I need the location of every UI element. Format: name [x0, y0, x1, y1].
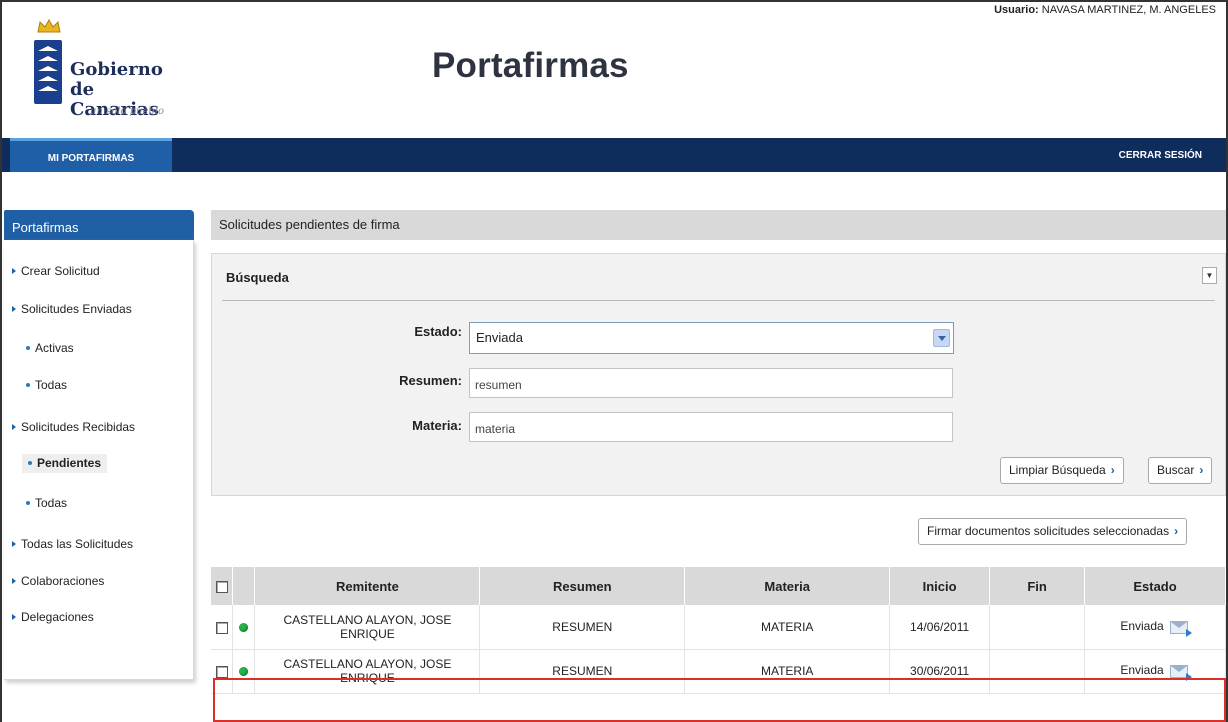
sidebar-title: Portafirmas — [4, 210, 194, 240]
resumen-label: Resumen: — [399, 373, 462, 388]
status-green-dot-icon — [239, 623, 249, 633]
cell-fin — [989, 605, 1086, 650]
search-button-label: Buscar — [1157, 463, 1195, 477]
cell-fin — [989, 649, 1086, 694]
cell-estado: Enviada — [1084, 649, 1226, 694]
sidebar-item-colaboraciones[interactable]: Colaboraciones — [12, 574, 104, 588]
tab-mi-portafirmas[interactable]: MI PORTAFIRMAS — [10, 138, 172, 172]
sidebar-item-label: Solicitudes Recibidas — [21, 420, 136, 434]
user-name: NAVASA MARTINEZ, M. ANGELES — [1041, 4, 1216, 16]
logo-text-line1: Gobierno — [70, 59, 163, 80]
cell-estado: Enviada — [1084, 605, 1226, 650]
shield-icon — [34, 40, 62, 104]
sidebar-item-recibidas-todas[interactable]: Todas — [26, 496, 67, 510]
sidebar-item-label: Todas — [35, 496, 68, 510]
sidebar-item-label: Activas — [35, 341, 74, 355]
chevron-right-icon: › — [1199, 463, 1204, 477]
arrow-right-icon — [12, 578, 16, 584]
sidebar-item-label: Colaboraciones — [21, 574, 105, 588]
table-row[interactable]: CASTELLANO ALAYON, JOSE ENRIQUE RESUMEN … — [211, 649, 1226, 694]
sidebar-item-enviadas-activas[interactable]: Activas — [26, 341, 74, 355]
sidebar-item-label: Delegaciones — [21, 610, 94, 624]
user-info: Usuario: NAVASA MARTINEZ, M. ANGELES — [994, 4, 1216, 16]
search-panel: Búsqueda ▼ Estado: Enviada Resumen: resu… — [211, 253, 1226, 496]
estado-label: Estado: — [414, 324, 462, 339]
chevron-down-icon[interactable] — [933, 329, 950, 347]
sidebar-item-label: Pendientes — [37, 456, 102, 470]
table-header-row: Remitente Resumen Materia Inicio Fin Est… — [211, 567, 1226, 605]
column-header-materia[interactable]: Materia — [684, 567, 891, 605]
clear-search-label: Limpiar Búsqueda — [1009, 463, 1106, 477]
arrow-right-icon — [12, 424, 16, 430]
arrow-right-icon — [12, 541, 16, 547]
gobierno-canarias-logo[interactable]: Gobierno de Canarias un solo pueblo — [30, 18, 180, 128]
collapse-toggle-icon[interactable]: ▼ — [1202, 267, 1217, 284]
resumen-input[interactable]: resumen — [469, 368, 953, 398]
user-label: Usuario: — [994, 4, 1039, 16]
estado-select[interactable]: Enviada — [469, 322, 954, 354]
sidebar-item-enviadas-todas[interactable]: Todas — [26, 378, 67, 392]
estado-selected-value: Enviada — [476, 330, 523, 345]
bullet-icon — [26, 346, 30, 350]
sign-selected-label: Firmar documentos solicitudes selecciona… — [927, 524, 1170, 538]
sent-mail-icon[interactable] — [1169, 619, 1192, 637]
sent-mail-icon[interactable] — [1169, 663, 1192, 681]
estado-text: Enviada — [1120, 618, 1164, 633]
column-header-inicio[interactable]: Inicio — [889, 567, 991, 605]
search-button[interactable]: Buscar › — [1148, 457, 1213, 484]
arrow-right-icon — [12, 614, 16, 620]
sidebar-item-todas-las-solicitudes[interactable]: Todas las Solicitudes — [12, 537, 133, 551]
cell-resumen: RESUMEN — [479, 605, 686, 650]
materia-input[interactable]: materia — [469, 412, 953, 442]
sidebar-item-crear-solicitud[interactable]: Crear Solicitud — [12, 264, 100, 278]
select-all-checkbox[interactable] — [215, 581, 228, 594]
divider — [222, 300, 1215, 301]
select-all-cell — [211, 567, 234, 605]
column-header-remitente[interactable]: Remitente — [254, 567, 481, 605]
column-header-estado[interactable]: Estado — [1084, 567, 1226, 605]
cell-resumen: RESUMEN — [479, 649, 686, 694]
sidebar-item-solicitudes-recibidas[interactable]: Solicitudes Recibidas — [12, 420, 135, 434]
logo-tagline: un solo pueblo — [90, 106, 164, 117]
cell-remitente: CASTELLANO ALAYON, JOSE ENRIQUE — [254, 605, 481, 650]
clear-search-button[interactable]: Limpiar Búsqueda › — [1000, 457, 1124, 484]
sidebar-item-solicitudes-enviadas[interactable]: Solicitudes Enviadas — [12, 302, 132, 316]
cell-materia: MATERIA — [684, 649, 891, 694]
row-checkbox[interactable] — [215, 621, 228, 634]
search-title: Búsqueda — [226, 270, 289, 285]
arrow-right-icon — [12, 268, 16, 274]
row-checkbox[interactable] — [215, 665, 228, 678]
sign-selected-button[interactable]: Firmar documentos solicitudes selecciona… — [918, 518, 1188, 545]
cell-remitente: CASTELLANO ALAYON, JOSE ENRIQUE — [254, 649, 481, 694]
cell-inicio: 30/06/2011 — [889, 649, 991, 694]
cell-materia: MATERIA — [684, 605, 891, 650]
crown-icon — [37, 18, 61, 33]
bullet-icon — [26, 383, 30, 387]
requests-table: Remitente Resumen Materia Inicio Fin Est… — [211, 567, 1226, 694]
column-header-resumen[interactable]: Resumen — [479, 567, 686, 605]
arrow-right-icon — [12, 306, 16, 312]
sidebar-item-label: Solicitudes Enviadas — [21, 302, 132, 316]
sidebar-item-recibidas-pendientes[interactable]: Pendientes — [22, 454, 108, 473]
page-title: Solicitudes pendientes de firma — [211, 210, 1226, 240]
bullet-icon — [26, 501, 30, 505]
status-dot-header — [232, 567, 256, 605]
status-green-dot-icon — [239, 667, 249, 677]
top-navbar: MI PORTAFIRMAS CERRAR SESIÓN — [2, 138, 1226, 172]
sidebar-item-label: Todas — [35, 378, 68, 392]
estado-text: Enviada — [1120, 663, 1164, 678]
chevron-right-icon: › — [1110, 463, 1115, 477]
app-title: Portafirmas — [432, 46, 629, 85]
table-row[interactable]: CASTELLANO ALAYON, JOSE ENRIQUE RESUMEN … — [211, 605, 1226, 650]
chevron-right-icon: › — [1174, 524, 1179, 538]
cell-inicio: 14/06/2011 — [889, 605, 991, 650]
bullet-icon — [28, 461, 32, 465]
materia-label: Materia: — [412, 418, 462, 433]
sidebar-item-label: Todas las Solicitudes — [21, 537, 134, 551]
sidebar-item-delegaciones[interactable]: Delegaciones — [12, 610, 94, 624]
logout-link[interactable]: CERRAR SESIÓN — [1119, 138, 1202, 172]
column-header-fin[interactable]: Fin — [989, 567, 1086, 605]
sidebar-item-label: Crear Solicitud — [21, 264, 100, 278]
